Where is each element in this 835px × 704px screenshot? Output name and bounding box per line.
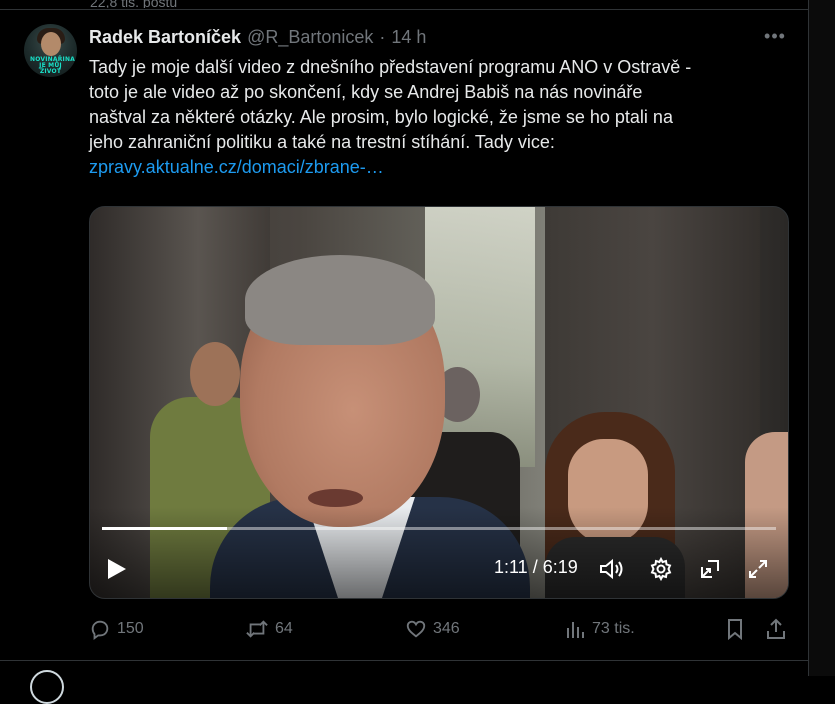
views-button[interactable]: 73 tis. xyxy=(566,616,635,642)
like-count: 346 xyxy=(433,620,460,637)
views-count: 73 tis. xyxy=(592,620,635,637)
author-avatar[interactable]: NOVINAŘINA JE MŮJ ŽIVOT xyxy=(24,24,77,77)
reply-count: 150 xyxy=(117,620,144,637)
reply-button[interactable]: 150 xyxy=(89,616,144,642)
tweet-time[interactable]: 14 h xyxy=(391,27,426,48)
next-post-avatar[interactable] xyxy=(30,670,64,704)
avatar-face xyxy=(41,32,61,56)
previous-post-count: 22,8 tis. postů xyxy=(90,0,178,8)
more-options-icon[interactable]: ••• xyxy=(762,26,788,46)
top-divider xyxy=(0,9,808,10)
tweet-text-line: Tady je moje další video z dnešního před… xyxy=(89,57,692,77)
header-separator: · xyxy=(379,26,386,47)
share-icon xyxy=(767,618,785,639)
bookmark-icon xyxy=(728,619,742,640)
fullscreen-icon[interactable] xyxy=(745,556,771,582)
picture-in-picture-icon[interactable] xyxy=(697,556,723,582)
repost-button[interactable]: 64 xyxy=(245,616,293,642)
repost-count: 64 xyxy=(275,620,293,637)
reply-icon xyxy=(91,620,109,640)
video-progress-bar[interactable] xyxy=(102,527,776,530)
tweet-container: 22,8 tis. postů NOVINAŘINA JE MŮJ ŽIVOT … xyxy=(0,0,809,704)
video-main-mouth xyxy=(308,489,363,507)
settings-gear-icon[interactable] xyxy=(648,556,674,582)
tweet-text: Tady je moje další video z dnešního před… xyxy=(89,55,797,180)
video-player[interactable]: 1:11 / 6:19 xyxy=(89,206,789,599)
avatar-text: NOVINAŘINA JE MŮJ ŽIVOT xyxy=(30,56,76,75)
author-handle[interactable]: @R_Bartonicek xyxy=(247,27,373,48)
video-progress-fill xyxy=(102,527,228,530)
video-main-hair xyxy=(245,255,435,345)
play-icon[interactable] xyxy=(106,556,130,582)
repost-icon xyxy=(246,620,268,638)
tweet-actions: 150 64 346 73 tis. xyxy=(89,616,789,642)
video-person-green-head xyxy=(190,342,240,406)
tweet-link[interactable]: zpravy.aktualne.cz/domaci/zbrane-… xyxy=(89,157,384,177)
tweet-text-line: naštval za některé otázky. Ale prosim, b… xyxy=(89,107,673,127)
video-controls-gradient xyxy=(90,507,788,598)
share-button[interactable] xyxy=(765,616,793,642)
like-button[interactable]: 346 xyxy=(405,616,460,642)
bookmark-button[interactable] xyxy=(725,616,751,642)
heart-icon xyxy=(406,620,426,638)
volume-icon[interactable] xyxy=(598,556,624,582)
video-time: 1:11 / 6:19 xyxy=(494,557,578,577)
author-name[interactable]: Radek Bartoníček xyxy=(89,27,241,48)
views-icon xyxy=(567,622,584,638)
tweet-text-line: jeho zahraniční politiku a také na trest… xyxy=(89,132,555,152)
tweet-text-line: toto je ale video až po skončení, kdy se… xyxy=(89,82,643,102)
scrollbar-gutter[interactable] xyxy=(809,0,835,676)
bottom-divider xyxy=(0,660,808,661)
tweet-header: Radek Bartoníček @R_Bartonicek · 14 h xyxy=(89,26,426,48)
